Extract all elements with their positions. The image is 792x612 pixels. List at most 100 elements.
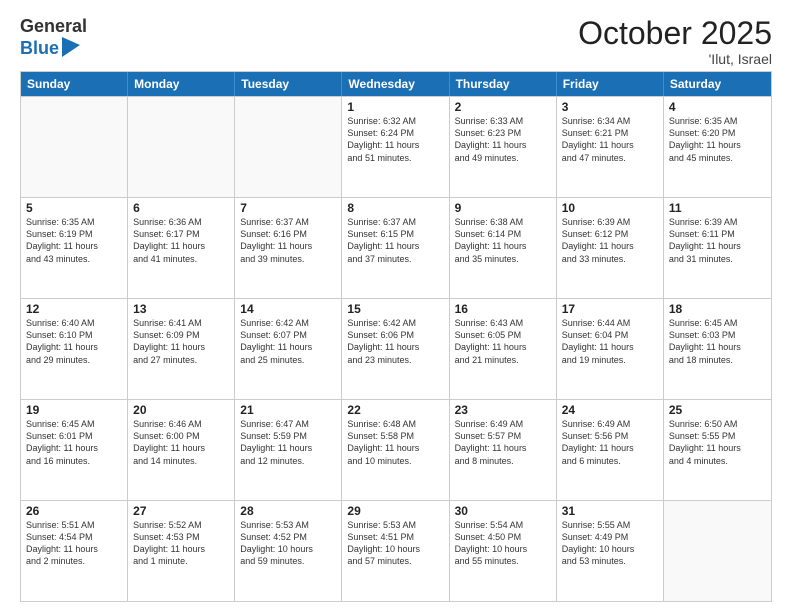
calendar-row-1: 5Sunrise: 6:35 AM Sunset: 6:19 PM Daylig…	[21, 197, 771, 298]
day-info: Sunrise: 5:53 AM Sunset: 4:52 PM Dayligh…	[240, 519, 336, 568]
cal-cell	[128, 97, 235, 197]
cal-cell: 17Sunrise: 6:44 AM Sunset: 6:04 PM Dayli…	[557, 299, 664, 399]
day-info: Sunrise: 6:33 AM Sunset: 6:23 PM Dayligh…	[455, 115, 551, 164]
day-number: 2	[455, 100, 551, 114]
cal-cell: 15Sunrise: 6:42 AM Sunset: 6:06 PM Dayli…	[342, 299, 449, 399]
cal-cell: 23Sunrise: 6:49 AM Sunset: 5:57 PM Dayli…	[450, 400, 557, 500]
day-number: 15	[347, 302, 443, 316]
cal-cell: 5Sunrise: 6:35 AM Sunset: 6:19 PM Daylig…	[21, 198, 128, 298]
day-info: Sunrise: 6:36 AM Sunset: 6:17 PM Dayligh…	[133, 216, 229, 265]
day-info: Sunrise: 6:37 AM Sunset: 6:16 PM Dayligh…	[240, 216, 336, 265]
day-number: 13	[133, 302, 229, 316]
header-tuesday: Tuesday	[235, 72, 342, 96]
day-info: Sunrise: 5:53 AM Sunset: 4:51 PM Dayligh…	[347, 519, 443, 568]
cal-cell: 8Sunrise: 6:37 AM Sunset: 6:15 PM Daylig…	[342, 198, 449, 298]
calendar-row-2: 12Sunrise: 6:40 AM Sunset: 6:10 PM Dayli…	[21, 298, 771, 399]
day-number: 23	[455, 403, 551, 417]
header-wednesday: Wednesday	[342, 72, 449, 96]
day-number: 3	[562, 100, 658, 114]
day-number: 4	[669, 100, 766, 114]
day-number: 17	[562, 302, 658, 316]
day-info: Sunrise: 6:35 AM Sunset: 6:20 PM Dayligh…	[669, 115, 766, 164]
day-number: 20	[133, 403, 229, 417]
day-info: Sunrise: 6:41 AM Sunset: 6:09 PM Dayligh…	[133, 317, 229, 366]
day-info: Sunrise: 6:49 AM Sunset: 5:57 PM Dayligh…	[455, 418, 551, 467]
day-info: Sunrise: 6:32 AM Sunset: 6:24 PM Dayligh…	[347, 115, 443, 164]
cal-cell: 1Sunrise: 6:32 AM Sunset: 6:24 PM Daylig…	[342, 97, 449, 197]
header-monday: Monday	[128, 72, 235, 96]
calendar-row-4: 26Sunrise: 5:51 AM Sunset: 4:54 PM Dayli…	[21, 500, 771, 601]
header-saturday: Saturday	[664, 72, 771, 96]
logo-text: General Blue	[20, 16, 87, 59]
cal-cell: 19Sunrise: 6:45 AM Sunset: 6:01 PM Dayli…	[21, 400, 128, 500]
day-info: Sunrise: 5:54 AM Sunset: 4:50 PM Dayligh…	[455, 519, 551, 568]
day-number: 12	[26, 302, 122, 316]
day-info: Sunrise: 5:55 AM Sunset: 4:49 PM Dayligh…	[562, 519, 658, 568]
day-number: 30	[455, 504, 551, 518]
cal-cell: 14Sunrise: 6:42 AM Sunset: 6:07 PM Dayli…	[235, 299, 342, 399]
cal-cell: 20Sunrise: 6:46 AM Sunset: 6:00 PM Dayli…	[128, 400, 235, 500]
day-info: Sunrise: 6:42 AM Sunset: 6:07 PM Dayligh…	[240, 317, 336, 366]
day-number: 5	[26, 201, 122, 215]
title-block: October 2025 'Ilut, Israel	[578, 16, 772, 67]
calendar-body: 1Sunrise: 6:32 AM Sunset: 6:24 PM Daylig…	[21, 96, 771, 601]
cal-cell: 21Sunrise: 6:47 AM Sunset: 5:59 PM Dayli…	[235, 400, 342, 500]
day-info: Sunrise: 6:45 AM Sunset: 6:01 PM Dayligh…	[26, 418, 122, 467]
day-number: 16	[455, 302, 551, 316]
cal-cell: 22Sunrise: 6:48 AM Sunset: 5:58 PM Dayli…	[342, 400, 449, 500]
day-info: Sunrise: 6:39 AM Sunset: 6:12 PM Dayligh…	[562, 216, 658, 265]
day-info: Sunrise: 6:46 AM Sunset: 6:00 PM Dayligh…	[133, 418, 229, 467]
cal-cell: 25Sunrise: 6:50 AM Sunset: 5:55 PM Dayli…	[664, 400, 771, 500]
header-friday: Friday	[557, 72, 664, 96]
logo-blue: Blue	[20, 38, 59, 60]
day-number: 8	[347, 201, 443, 215]
cal-cell	[21, 97, 128, 197]
cal-cell: 24Sunrise: 6:49 AM Sunset: 5:56 PM Dayli…	[557, 400, 664, 500]
cal-cell: 16Sunrise: 6:43 AM Sunset: 6:05 PM Dayli…	[450, 299, 557, 399]
cal-cell: 30Sunrise: 5:54 AM Sunset: 4:50 PM Dayli…	[450, 501, 557, 601]
day-number: 1	[347, 100, 443, 114]
day-info: Sunrise: 6:48 AM Sunset: 5:58 PM Dayligh…	[347, 418, 443, 467]
cal-cell: 6Sunrise: 6:36 AM Sunset: 6:17 PM Daylig…	[128, 198, 235, 298]
header: General Blue October 2025 'Ilut, Israel	[20, 16, 772, 67]
cal-cell: 7Sunrise: 6:37 AM Sunset: 6:16 PM Daylig…	[235, 198, 342, 298]
cal-cell: 28Sunrise: 5:53 AM Sunset: 4:52 PM Dayli…	[235, 501, 342, 601]
cal-cell: 4Sunrise: 6:35 AM Sunset: 6:20 PM Daylig…	[664, 97, 771, 197]
header-thursday: Thursday	[450, 72, 557, 96]
cal-cell: 3Sunrise: 6:34 AM Sunset: 6:21 PM Daylig…	[557, 97, 664, 197]
day-number: 29	[347, 504, 443, 518]
day-number: 11	[669, 201, 766, 215]
day-number: 28	[240, 504, 336, 518]
calendar-row-0: 1Sunrise: 6:32 AM Sunset: 6:24 PM Daylig…	[21, 96, 771, 197]
day-info: Sunrise: 6:37 AM Sunset: 6:15 PM Dayligh…	[347, 216, 443, 265]
day-number: 18	[669, 302, 766, 316]
day-number: 24	[562, 403, 658, 417]
day-number: 9	[455, 201, 551, 215]
location-subtitle: 'Ilut, Israel	[578, 51, 772, 67]
calendar-row-3: 19Sunrise: 6:45 AM Sunset: 6:01 PM Dayli…	[21, 399, 771, 500]
cal-cell: 12Sunrise: 6:40 AM Sunset: 6:10 PM Dayli…	[21, 299, 128, 399]
cal-cell	[664, 501, 771, 601]
day-info: Sunrise: 6:35 AM Sunset: 6:19 PM Dayligh…	[26, 216, 122, 265]
cal-cell: 27Sunrise: 5:52 AM Sunset: 4:53 PM Dayli…	[128, 501, 235, 601]
day-info: Sunrise: 6:40 AM Sunset: 6:10 PM Dayligh…	[26, 317, 122, 366]
day-number: 7	[240, 201, 336, 215]
day-info: Sunrise: 6:47 AM Sunset: 5:59 PM Dayligh…	[240, 418, 336, 467]
day-info: Sunrise: 5:51 AM Sunset: 4:54 PM Dayligh…	[26, 519, 122, 568]
day-info: Sunrise: 6:43 AM Sunset: 6:05 PM Dayligh…	[455, 317, 551, 366]
day-info: Sunrise: 6:49 AM Sunset: 5:56 PM Dayligh…	[562, 418, 658, 467]
cal-cell: 11Sunrise: 6:39 AM Sunset: 6:11 PM Dayli…	[664, 198, 771, 298]
day-info: Sunrise: 6:44 AM Sunset: 6:04 PM Dayligh…	[562, 317, 658, 366]
cal-cell	[235, 97, 342, 197]
cal-cell: 29Sunrise: 5:53 AM Sunset: 4:51 PM Dayli…	[342, 501, 449, 601]
day-info: Sunrise: 6:38 AM Sunset: 6:14 PM Dayligh…	[455, 216, 551, 265]
day-number: 21	[240, 403, 336, 417]
logo-icon	[62, 37, 80, 57]
cal-cell: 2Sunrise: 6:33 AM Sunset: 6:23 PM Daylig…	[450, 97, 557, 197]
day-number: 26	[26, 504, 122, 518]
day-number: 6	[133, 201, 229, 215]
cal-cell: 10Sunrise: 6:39 AM Sunset: 6:12 PM Dayli…	[557, 198, 664, 298]
cal-cell: 9Sunrise: 6:38 AM Sunset: 6:14 PM Daylig…	[450, 198, 557, 298]
day-info: Sunrise: 6:34 AM Sunset: 6:21 PM Dayligh…	[562, 115, 658, 164]
header-sunday: Sunday	[21, 72, 128, 96]
